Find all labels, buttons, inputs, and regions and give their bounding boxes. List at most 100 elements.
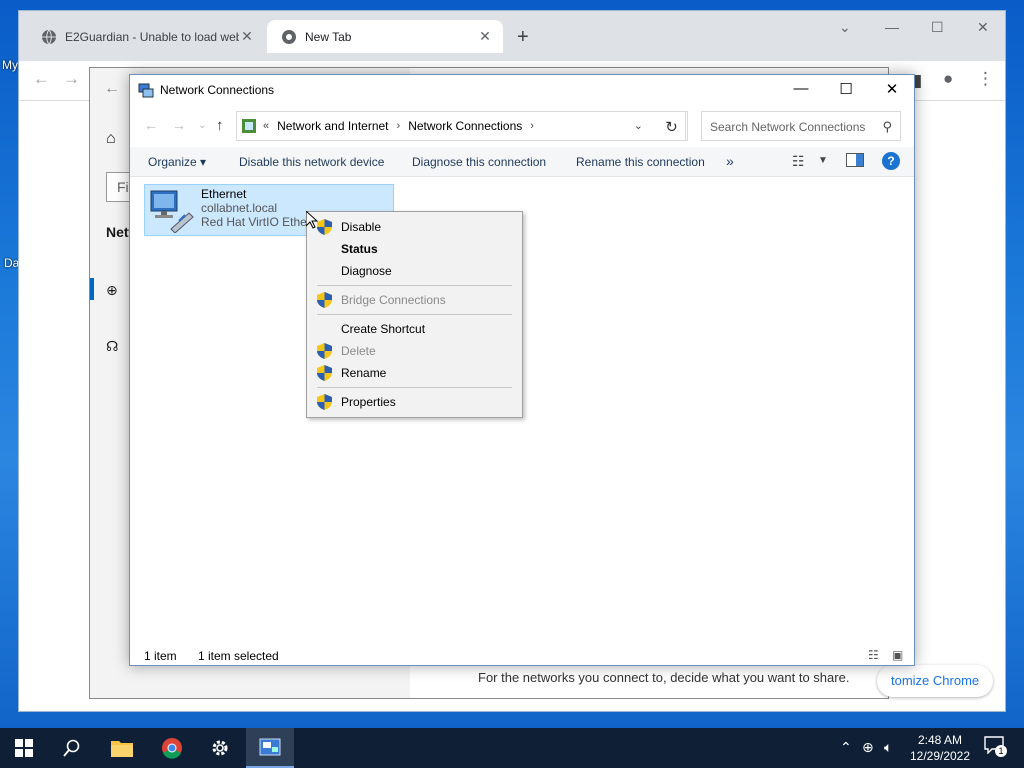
network-icon[interactable]: ⊕: [862, 739, 874, 756]
folder-icon: [111, 741, 133, 757]
forward-arrow-icon[interactable]: →: [172, 117, 186, 133]
volume-icon[interactable]: 🔈︎: [884, 739, 892, 756]
uac-shield-icon: [317, 292, 332, 308]
close-icon[interactable]: ✕: [477, 28, 493, 45]
clock-date: 12/29/2022: [909, 749, 971, 763]
connection-name: Ethernet: [201, 187, 247, 201]
taskbar: ⌃ ⊕ 🔈︎ 2:48 AM 12/29/2022 1: [0, 728, 1024, 768]
change-view-icon[interactable]: ☷: [792, 153, 805, 170]
uac-shield-icon: [317, 394, 332, 410]
mouse-cursor-icon: [306, 211, 318, 229]
tab-e2guardian[interactable]: E2Guardian - Unable to load web ✕: [27, 20, 265, 53]
settings-taskbar-button[interactable]: [196, 728, 244, 768]
chevron-down-icon[interactable]: ⌄: [634, 119, 643, 132]
chevron-right-icon[interactable]: ›: [530, 120, 534, 132]
globe-icon: [42, 29, 56, 44]
command-bar: Organize ▾ Disable this network device D…: [130, 147, 914, 177]
breadcrumb-network-connections[interactable]: Network Connections: [408, 119, 522, 133]
menu-item-properties[interactable]: Properties: [307, 391, 522, 413]
start-button[interactable]: [0, 728, 48, 768]
address-row: ← → ⌄ ↑ « Network and Internet › Network…: [130, 109, 914, 143]
diagnose-connection-button[interactable]: Diagnose this connection: [412, 155, 546, 169]
organize-button[interactable]: Organize ▾: [148, 155, 206, 169]
search-icon: [63, 739, 80, 757]
menu-item-delete: Delete: [307, 340, 522, 362]
search-button[interactable]: [48, 728, 96, 768]
breadcrumb-network-and-internet[interactable]: Network and Internet: [277, 119, 388, 133]
share-description: For the networks you connect to, decide …: [478, 670, 850, 685]
chevron-down-icon[interactable]: ▼: [818, 155, 828, 166]
selection-count: 1 item selected: [198, 649, 279, 663]
chrome-taskbar-button[interactable]: [148, 728, 196, 768]
chrome-tab-strip: E2Guardian - Unable to load web ✕ New Ta…: [19, 11, 1005, 61]
status-bar: 1 item 1 item selected ☷ ▣: [130, 645, 914, 667]
window-title: Network Connections: [160, 83, 275, 97]
maximize-icon[interactable]: ☐: [931, 19, 944, 36]
search-icon: ⚲: [882, 119, 892, 134]
uac-shield-icon: [317, 365, 332, 381]
network-connections-icon: [138, 83, 154, 98]
preview-pane-icon[interactable]: [846, 153, 864, 167]
system-clock[interactable]: 2:48 AM 12/29/2022: [904, 732, 976, 764]
recent-locations-icon[interactable]: ⌄: [198, 120, 206, 131]
close-icon[interactable]: ✕: [869, 80, 915, 102]
menu-separator: [307, 282, 522, 289]
clock-time: 2:48 AM: [917, 733, 963, 747]
close-icon[interactable]: ✕: [239, 28, 255, 45]
network-globe-icon[interactable]: ⊕: [106, 282, 118, 299]
notification-badge: 1: [995, 745, 1007, 757]
control-panel-icon: [242, 119, 256, 133]
gear-icon: [212, 740, 228, 756]
chrome-icon: [282, 29, 296, 44]
tab-title: New Tab: [305, 29, 352, 44]
title-bar: Network Connections — ☐ ✕: [130, 75, 914, 105]
breadcrumb[interactable]: « Network and Internet › Network Connect…: [236, 111, 686, 141]
new-tab-button[interactable]: +: [517, 27, 529, 47]
details-view-icon[interactable]: ☷: [868, 648, 879, 662]
large-icons-view-icon[interactable]: ▣: [892, 648, 903, 662]
notification-icon[interactable]: 1: [984, 736, 1007, 758]
forward-arrow-icon[interactable]: →: [63, 69, 80, 89]
search-placeholder: Search Network Connections: [710, 120, 866, 134]
chevron-up-icon[interactable]: ⌃: [840, 739, 852, 756]
menu-item-diagnose[interactable]: Diagnose: [307, 260, 522, 282]
more-commands-button[interactable]: »: [726, 153, 734, 169]
menu-icon[interactable]: ⋮: [977, 69, 994, 89]
menu-item-create-shortcut[interactable]: Create Shortcut: [307, 318, 522, 340]
back-arrow-icon[interactable]: ←: [104, 80, 120, 98]
refresh-icon[interactable]: ↻: [656, 111, 688, 141]
network-connections-taskbar-button[interactable]: [246, 728, 294, 768]
up-arrow-icon[interactable]: ↑: [216, 117, 224, 134]
breadcrumb-overflow[interactable]: «: [263, 120, 269, 132]
tab-new-tab[interactable]: New Tab ✕: [267, 20, 503, 53]
home-icon[interactable]: ⌂: [106, 130, 116, 148]
windows-logo-icon: [15, 739, 33, 757]
desktop-icon-label[interactable]: My: [2, 58, 18, 72]
maximize-icon[interactable]: ☐: [823, 80, 869, 102]
chevron-right-icon[interactable]: ›: [397, 120, 401, 132]
help-icon[interactable]: ?: [882, 152, 900, 170]
context-menu: Disable Status Diagnose Bridge Connectio…: [306, 211, 523, 418]
profile-icon[interactable]: ●: [943, 69, 953, 89]
close-icon[interactable]: ✕: [977, 19, 989, 36]
menu-item-status[interactable]: Status: [307, 238, 522, 260]
disable-device-button[interactable]: Disable this network device: [239, 155, 384, 169]
uac-shield-icon: [317, 343, 332, 359]
menu-separator: [307, 311, 522, 318]
back-arrow-icon[interactable]: ←: [144, 117, 158, 133]
minimize-icon[interactable]: —: [885, 19, 899, 35]
back-arrow-icon[interactable]: ←: [33, 69, 50, 89]
network-adapter-icon: [150, 190, 194, 233]
minimize-icon[interactable]: —: [778, 80, 824, 102]
rename-connection-button[interactable]: Rename this connection: [576, 155, 705, 169]
tab-title: E2Guardian - Unable to load web: [65, 29, 239, 44]
chevron-down-icon[interactable]: ⌄: [839, 19, 851, 36]
chrome-icon: [162, 738, 182, 759]
control-panel-icon: [259, 738, 281, 756]
menu-item-rename[interactable]: Rename: [307, 362, 522, 384]
customize-chrome-button[interactable]: tomize Chrome: [877, 665, 994, 697]
file-explorer-button[interactable]: [98, 728, 146, 768]
wifi-icon[interactable]: ☊: [106, 338, 118, 355]
search-input[interactable]: Search Network Connections ⚲: [701, 111, 901, 141]
menu-item-disable[interactable]: Disable: [307, 216, 522, 238]
